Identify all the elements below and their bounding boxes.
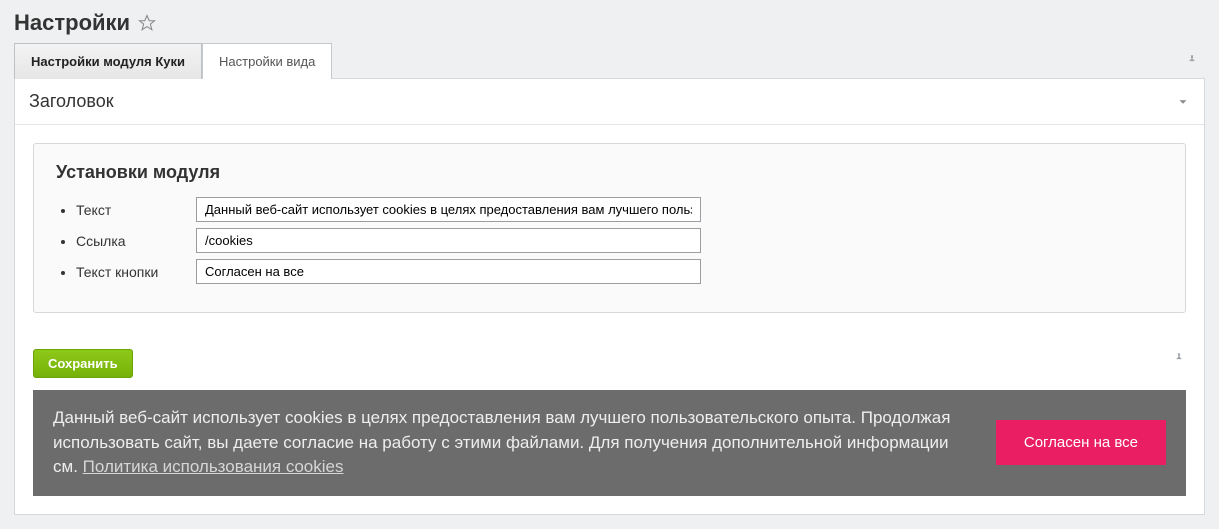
pin-button-bottom[interactable] bbox=[1172, 351, 1186, 370]
field-row-link: Ссылка bbox=[76, 228, 1163, 253]
link-input[interactable] bbox=[196, 228, 701, 253]
section-title: Заголовок bbox=[29, 91, 114, 112]
field-label: Ссылка bbox=[76, 233, 196, 249]
settings-panel: Заголовок Установки модуля Текст Ссылка bbox=[14, 78, 1205, 515]
text-input[interactable] bbox=[196, 197, 701, 222]
star-icon[interactable] bbox=[138, 14, 156, 32]
field-row-text: Текст bbox=[76, 197, 1163, 222]
page-title: Настройки bbox=[14, 10, 130, 36]
tab-cookies-settings[interactable]: Настройки модуля Куки bbox=[14, 43, 202, 79]
tab-view-settings[interactable]: Настройки вида bbox=[202, 43, 332, 79]
tab-label: Настройки модуля Куки bbox=[31, 54, 185, 69]
chevron-down-icon bbox=[1176, 95, 1190, 109]
pin-button-top[interactable] bbox=[1185, 42, 1205, 78]
field-row-button-text: Текст кнопки bbox=[76, 259, 1163, 284]
cookie-accept-button[interactable]: Согласен на все bbox=[996, 420, 1166, 465]
actions-bar: Сохранить bbox=[15, 337, 1204, 378]
tab-label: Настройки вида bbox=[219, 54, 315, 69]
page-header: Настройки bbox=[0, 0, 1219, 42]
cookie-accept-label: Согласен на все bbox=[1024, 434, 1138, 451]
save-button-label: Сохранить bbox=[48, 356, 118, 371]
fieldset-title: Установки модуля bbox=[56, 162, 1163, 183]
save-button[interactable]: Сохранить bbox=[33, 349, 133, 378]
cookie-policy-link[interactable]: Политика использования cookies bbox=[83, 457, 344, 476]
tabs: Настройки модуля Куки Настройки вида bbox=[0, 42, 1219, 78]
field-label: Текст кнопки bbox=[76, 264, 196, 280]
module-settings-fieldset: Установки модуля Текст Ссылка Текст кноп… bbox=[33, 143, 1186, 313]
button-text-input[interactable] bbox=[196, 259, 701, 284]
cookie-banner: Данный веб-сайт использует cookies в цел… bbox=[33, 390, 1186, 496]
section-header[interactable]: Заголовок bbox=[15, 79, 1204, 125]
cookie-banner-text: Данный веб-сайт использует cookies в цел… bbox=[53, 406, 966, 480]
field-label: Текст bbox=[76, 202, 196, 218]
